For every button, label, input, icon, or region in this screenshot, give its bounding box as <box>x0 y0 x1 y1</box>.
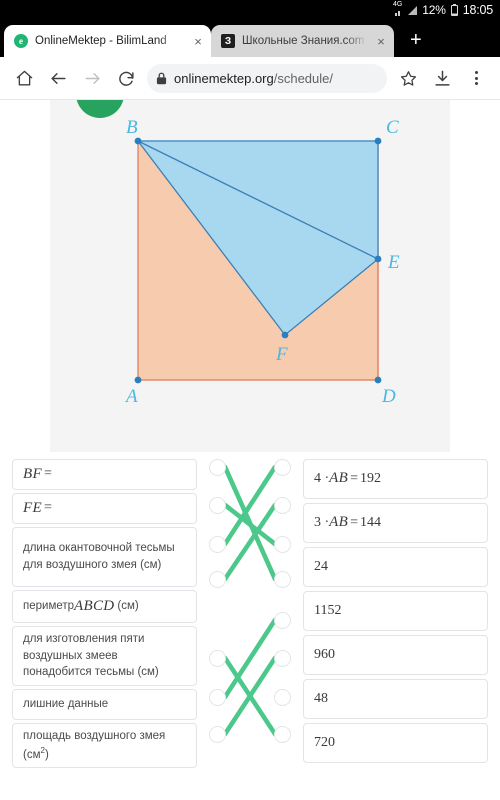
left-connector-node[interactable] <box>209 497 226 514</box>
left-connector-node[interactable] <box>209 726 226 743</box>
left-item-fe[interactable]: FE = <box>12 493 197 524</box>
right-item-label: 1152 <box>314 602 342 618</box>
browser-tab-inactive[interactable]: З Школьные Знания.com × <box>211 25 394 57</box>
omnibox[interactable]: onlinemektep.org/schedule/ <box>147 63 387 93</box>
right-connector-node[interactable] <box>274 536 291 553</box>
tab-title: OnlineMektep - BilimLand <box>35 35 167 47</box>
connector-line <box>222 502 278 547</box>
left-connector-node[interactable] <box>209 650 226 667</box>
right-connector-node[interactable] <box>274 612 291 629</box>
connector-line <box>222 617 278 700</box>
right-item-label: 48 <box>314 690 328 706</box>
connector-line <box>222 464 278 582</box>
download-icon[interactable] <box>426 62 458 94</box>
connector-line <box>222 655 278 737</box>
left-item-extra-data[interactable]: лишние данные <box>12 689 197 720</box>
left-item-bf[interactable]: BF = <box>12 459 197 490</box>
right-item-r4[interactable]: 1152 <box>303 591 488 631</box>
vertex-label-B: B <box>126 117 138 138</box>
android-status-bar: 4G 12% 18:05 <box>0 0 500 20</box>
new-tab-button[interactable]: + <box>410 30 422 50</box>
left-item-label: периметр <box>23 600 75 613</box>
right-item-label: 720 <box>314 734 335 750</box>
right-item-r6[interactable]: 48 <box>303 679 488 719</box>
znaniya-favicon: З <box>221 34 235 48</box>
right-connector-node[interactable] <box>274 571 291 588</box>
left-connector-node[interactable] <box>209 459 226 476</box>
left-item-label: FE <box>23 499 42 516</box>
left-connector-node[interactable] <box>209 571 226 588</box>
geometry-diagram: B C E F D A <box>50 100 450 452</box>
bilimland-favicon: e <box>14 34 28 48</box>
browser-toolbar: onlinemektep.org/schedule/ <box>0 57 500 100</box>
left-item-trim-length[interactable]: длина окантовочной тесьмы для воздушного… <box>12 527 197 587</box>
left-connector-node[interactable] <box>209 536 226 553</box>
close-icon[interactable]: × <box>192 35 204 48</box>
tab-title: Школьные Знания.com <box>242 35 365 47</box>
close-icon[interactable]: × <box>375 35 387 48</box>
left-item-label: лишние данные <box>23 698 109 711</box>
battery-percent-label: 12% <box>422 3 446 17</box>
vertex-label-C: C <box>386 117 399 138</box>
right-connector-node[interactable] <box>274 689 291 706</box>
left-item-label: длина окантовочной тесьмы для воздушного… <box>23 542 175 571</box>
browser-tab-active[interactable]: e OnlineMektep - BilimLand × <box>4 25 211 57</box>
url-path: /schedule/ <box>273 70 333 86</box>
right-connector-node[interactable] <box>274 650 291 667</box>
connector-line <box>222 464 278 547</box>
right-connector-node[interactable] <box>274 459 291 476</box>
right-item-label: 24 <box>314 558 328 574</box>
matching-exercise: BF = FE = длина окантовочной тесьмы для во… <box>0 457 500 800</box>
star-icon[interactable] <box>392 62 424 94</box>
left-item-label: для изготовления пяти воздушных змеев по… <box>23 633 159 679</box>
page-content: B C E F D A BF = FE = длина окантовочной… <box>0 100 500 800</box>
right-item-r5[interactable]: 960 <box>303 635 488 675</box>
vertex-label-A: A <box>124 386 138 407</box>
left-item-perimeter[interactable]: периметр ABCD (см) <box>12 590 197 623</box>
right-item-r7[interactable]: 720 <box>303 723 488 763</box>
right-item-label: 960 <box>314 646 335 662</box>
vertex-label-D: D <box>381 386 396 407</box>
overflow-menu-icon[interactable] <box>460 62 492 94</box>
signal-bars-icon <box>408 5 418 15</box>
reload-icon[interactable] <box>110 62 142 94</box>
url-domain: onlinemektep.org <box>174 70 274 86</box>
browser-tab-strip: e OnlineMektep - BilimLand × З Школьные … <box>0 20 500 57</box>
forward-arrow-icon <box>76 62 108 94</box>
right-item-label: 4 · <box>314 470 330 486</box>
right-connector-node[interactable] <box>274 497 291 514</box>
left-item-five-kites[interactable]: для изготовления пяти воздушных змеев по… <box>12 626 197 686</box>
left-item-label: площадь воздушного змея (см2) <box>23 729 166 761</box>
right-connector-node[interactable] <box>274 726 291 743</box>
lock-icon <box>156 72 167 84</box>
status-clock: 18:05 <box>462 3 493 17</box>
right-item-r1[interactable]: 4 · AB = 192 <box>303 459 488 499</box>
left-item-label: BF <box>23 465 42 482</box>
home-icon[interactable] <box>8 62 40 94</box>
battery-icon <box>450 3 458 16</box>
back-arrow-icon[interactable] <box>42 62 74 94</box>
connector-line <box>222 502 278 582</box>
vertex-label-E: E <box>387 252 400 273</box>
right-item-label: 3 · <box>314 514 330 530</box>
vertex-label-F: F <box>275 344 288 365</box>
right-item-r2[interactable]: 3 · AB = 144 <box>303 503 488 543</box>
url-text: onlinemektep.org/schedule/ <box>174 71 378 86</box>
connector-line <box>222 655 278 737</box>
geometry-figure-card: B C E F D A <box>50 100 450 452</box>
left-connector-node[interactable] <box>209 689 226 706</box>
left-item-area[interactable]: площадь воздушного змея (см2) <box>12 723 197 768</box>
network-type-icon: 4G <box>393 1 402 16</box>
right-item-r3[interactable]: 24 <box>303 547 488 587</box>
